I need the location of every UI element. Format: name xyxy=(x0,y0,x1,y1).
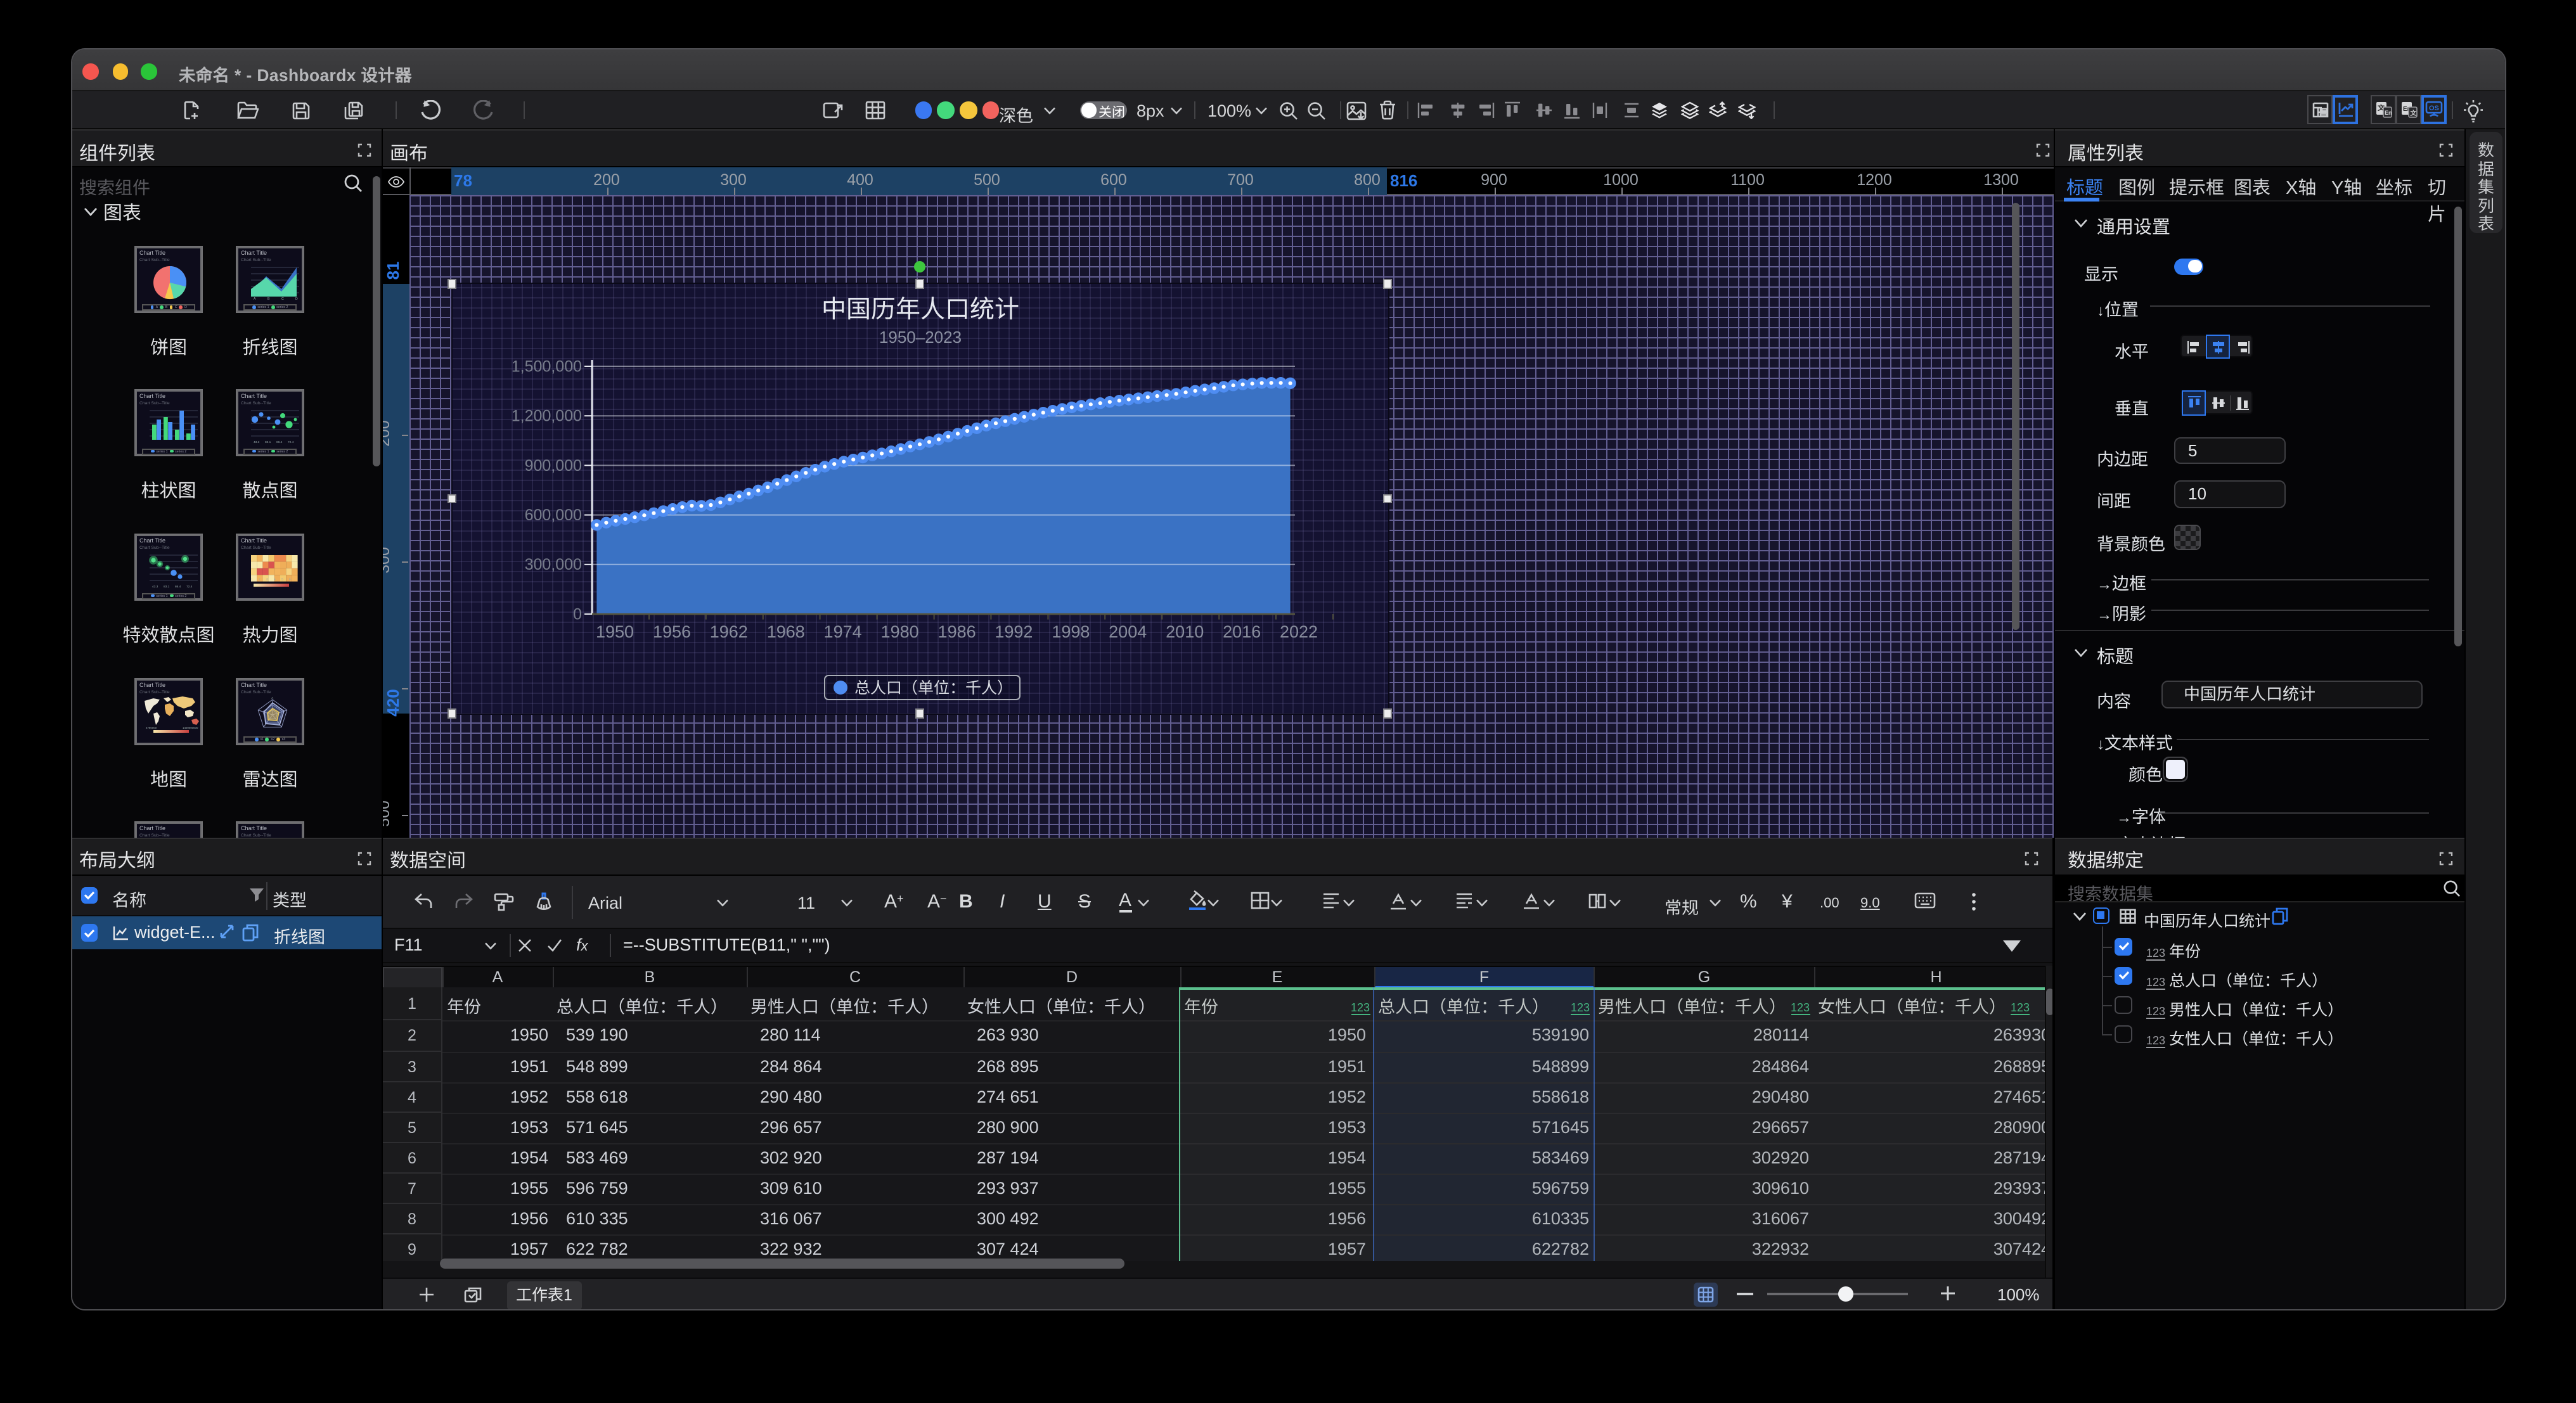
svg-text:1992: 1992 xyxy=(994,622,1032,641)
svg-text:3: 3 xyxy=(266,577,268,581)
svg-text:中国历年人口统计: 中国历年人口统计 xyxy=(821,296,1019,323)
svg-text:En: En xyxy=(2384,110,2392,116)
svg-text:1950: 1950 xyxy=(595,622,633,641)
svg-text:1400000000: 1400000000 xyxy=(183,726,198,729)
svg-text:1,200,000: 1,200,000 xyxy=(511,407,581,425)
svg-text:C: C xyxy=(281,297,284,300)
svg-text:2: 2 xyxy=(259,577,261,581)
svg-text:1956: 1956 xyxy=(652,622,690,641)
svg-text:文: 文 xyxy=(2409,110,2416,117)
svg-text:300,000: 300,000 xyxy=(524,556,581,573)
svg-text:1974: 1974 xyxy=(823,622,861,641)
svg-text:5: 5 xyxy=(281,577,283,581)
svg-text:4: 4 xyxy=(274,577,276,581)
svg-text:OS: OS xyxy=(2429,105,2439,112)
svg-text:83.1: 83.1 xyxy=(265,440,271,444)
svg-text:2016: 2016 xyxy=(1222,622,1260,641)
svg-text:1,500,000: 1,500,000 xyxy=(511,357,581,375)
svg-text:A: A xyxy=(271,696,274,700)
svg-text:6: 6 xyxy=(289,577,291,581)
svg-text:1950–2023: 1950–2023 xyxy=(879,328,961,347)
svg-text:1: 1 xyxy=(251,577,253,581)
svg-text:86.4: 86.4 xyxy=(175,585,181,589)
svg-text:43.3: 43.3 xyxy=(254,440,260,444)
svg-text:83.1: 83.1 xyxy=(164,585,170,589)
svg-text:86.4: 86.4 xyxy=(276,440,283,444)
svg-text:0: 0 xyxy=(572,605,581,623)
svg-text:1968: 1968 xyxy=(766,622,804,641)
svg-text:72.4: 72.4 xyxy=(288,440,294,444)
svg-text:1998: 1998 xyxy=(1051,622,1089,641)
svg-text:2010: 2010 xyxy=(1165,622,1203,641)
svg-text:1980: 1980 xyxy=(880,622,918,641)
svg-text:43.3: 43.3 xyxy=(152,585,158,589)
svg-text:72.4: 72.4 xyxy=(186,585,193,589)
svg-text:B: B xyxy=(267,297,270,300)
svg-text:2004: 2004 xyxy=(1108,622,1146,641)
svg-text:1962: 1962 xyxy=(709,622,747,641)
svg-text:总人口（单位：千人）: 总人口（单位：千人） xyxy=(854,679,1012,697)
svg-text:A: A xyxy=(254,297,256,300)
svg-text:600,000: 600,000 xyxy=(524,506,581,524)
svg-text:2022: 2022 xyxy=(1279,622,1317,641)
svg-text:1986: 1986 xyxy=(937,622,976,641)
svg-text:900,000: 900,000 xyxy=(524,457,581,475)
svg-text:D: D xyxy=(295,297,298,300)
svg-text:4780000: 4780000 xyxy=(146,726,157,729)
